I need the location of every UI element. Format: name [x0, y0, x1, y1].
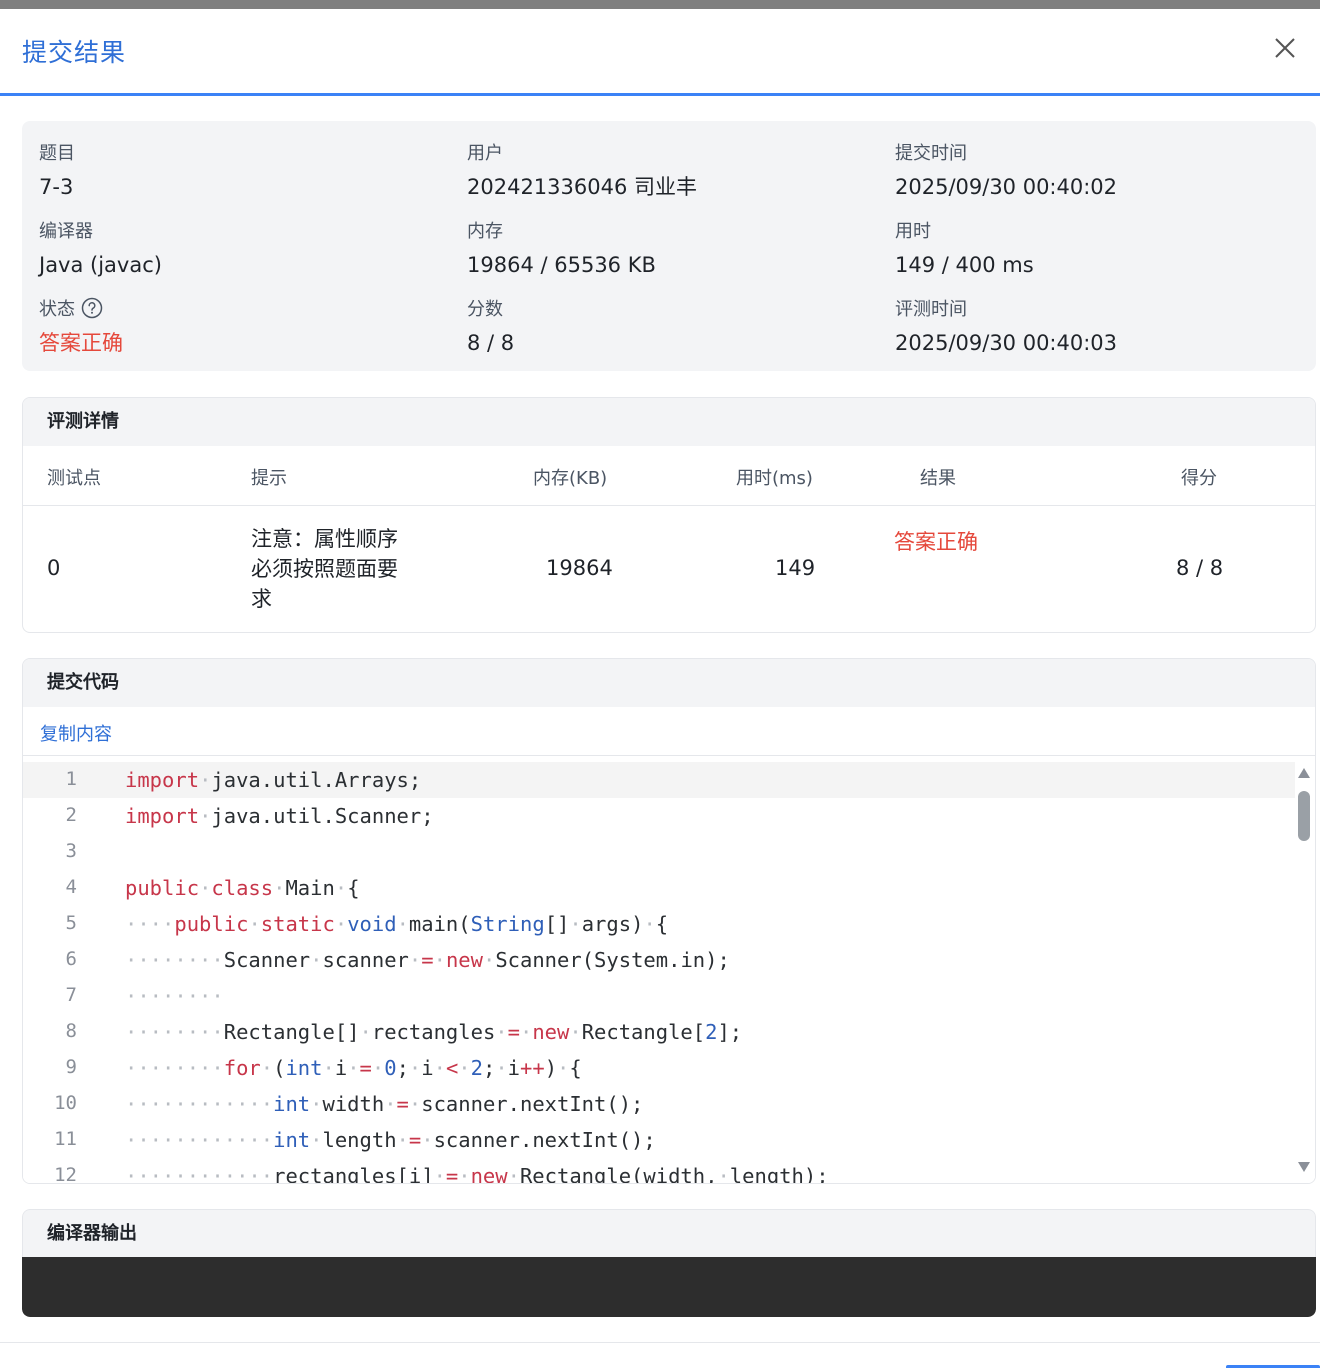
- col-score: 得分: [1181, 468, 1217, 489]
- judge-time-label: 评测时间: [895, 299, 967, 320]
- line-number: 6: [65, 948, 77, 970]
- code-line: 1 import·java.util.Arrays;: [23, 762, 1295, 798]
- code-text: import·java.util.Arrays;: [125, 768, 422, 792]
- info-submit-time: 提交时间 2025/09/30 00:40:02: [895, 139, 1117, 201]
- judge-details-title: 评测详情: [23, 398, 1315, 446]
- code-line: 11 ············int·length·=·scanner.next…: [23, 1122, 1295, 1158]
- line-number: 4: [65, 876, 77, 898]
- dialog-title: 提交结果: [22, 38, 127, 67]
- line-number: 3: [65, 840, 77, 862]
- hint-cell: 注意：属性顺序必须按照题面要求: [251, 527, 398, 611]
- judge-table-header: 测试点 提示 内存(KB) 用时(ms) 结果 得分: [23, 446, 1315, 506]
- time-cell: 149: [775, 556, 816, 580]
- scrollbar-thumb[interactable]: [1298, 791, 1310, 841]
- problem-value: 7-3: [39, 175, 74, 199]
- footer-divider: [0, 1342, 1320, 1343]
- code-text: public·class·Main·{: [125, 876, 360, 900]
- line-number: 1: [65, 768, 77, 790]
- info-time: 用时 149 / 400 ms: [895, 217, 1034, 279]
- compiler-output-title: 编译器输出: [22, 1209, 1316, 1257]
- info-score: 分数 8 / 8: [467, 295, 514, 357]
- problem-label: 题目: [39, 143, 75, 164]
- info-judge-time: 评测时间 2025/09/30 00:40:03: [895, 295, 1117, 357]
- submitted-code-panel: 提交代码 复制内容 1 import·java.util.Arrays; 2 i…: [22, 658, 1316, 1184]
- help-circle-icon[interactable]: [81, 297, 103, 319]
- col-result: 结果: [920, 468, 956, 489]
- close-button[interactable]: [1268, 31, 1302, 65]
- code-text: ········: [125, 984, 224, 1008]
- submission-info-card: 题目 7-3 用户 202421336046 司业丰 提交时间 2025/09/…: [22, 121, 1316, 371]
- submit-time-value: 2025/09/30 00:40:02: [895, 175, 1118, 199]
- col-case: 测试点: [47, 468, 101, 489]
- status-label: 状态: [39, 299, 75, 320]
- line-number: 7: [65, 984, 77, 1006]
- copy-row: 复制内容: [23, 707, 1315, 756]
- code-line: 9 ········for·(int·i·=·0;·i·<·2;·i++)·{: [23, 1050, 1295, 1086]
- code-text: ········for·(int·i·=·0;·i·<·2;·i++)·{: [125, 1056, 582, 1080]
- col-time: 用时(ms): [736, 468, 813, 489]
- info-memory: 内存 19864 / 65536 KB: [467, 217, 656, 279]
- judge-details-panel: 评测详情 测试点 提示 内存(KB) 用时(ms) 结果 得分 0 注意：属性顺…: [22, 397, 1316, 633]
- line-number: 12: [54, 1164, 77, 1184]
- table-row: 0 注意：属性顺序必须按照题面要求 19864 149 答案正确 8 / 8: [23, 506, 1315, 632]
- close-icon: [1275, 38, 1295, 58]
- compiler-label: 编译器: [39, 221, 93, 242]
- user-value: 202421336046 司业丰: [467, 175, 698, 199]
- time-value: 149 / 400 ms: [895, 253, 1034, 277]
- editor-scrollbar[interactable]: [1295, 756, 1313, 1183]
- memory-label: 内存: [467, 221, 503, 242]
- score-cell: 8 / 8: [1176, 556, 1224, 580]
- info-problem: 题目 7-3: [39, 139, 75, 201]
- code-text: ········Scanner·scanner·=·new·Scanner(Sy…: [125, 948, 730, 972]
- col-memory: 内存(KB): [533, 468, 608, 489]
- compiler-output-panel: 编译器输出: [22, 1209, 1316, 1317]
- code-text: ············int·length·=·scanner.nextInt…: [125, 1128, 656, 1152]
- memory-value: 19864 / 65536 KB: [467, 253, 656, 277]
- copy-content-button[interactable]: 复制内容: [40, 720, 112, 746]
- line-number: 9: [65, 1056, 77, 1078]
- col-hint: 提示: [251, 468, 287, 489]
- code-text: ········Rectangle[]·rectangles·=·new·Rec…: [125, 1020, 743, 1044]
- compiler-output-box: [22, 1257, 1316, 1317]
- result-cell: 答案正确: [894, 530, 978, 554]
- window-top-strip: [0, 0, 1320, 9]
- code-line: 5 ····public·static·void·main(String[]·a…: [23, 906, 1295, 942]
- time-label: 用时: [895, 221, 931, 242]
- score-label: 分数: [467, 299, 503, 320]
- memory-cell: 19864: [546, 556, 613, 580]
- user-label: 用户: [467, 143, 503, 164]
- info-compiler: 编译器 Java (javac): [39, 217, 162, 279]
- compiler-value: Java (javac): [39, 253, 162, 277]
- code-text: ············int·width·=·scanner.nextInt(…: [125, 1092, 644, 1116]
- code-editor[interactable]: 1 import·java.util.Arrays; 2 import·java…: [23, 756, 1315, 1184]
- code-text: import·java.util.Scanner;: [125, 804, 434, 828]
- code-line: 8 ········Rectangle[]·rectangles·=·new·R…: [23, 1014, 1295, 1050]
- code-line: 4 public·class·Main·{: [23, 870, 1295, 906]
- code-line: 7 ········: [23, 978, 1295, 1014]
- code-line: 6 ········Scanner·scanner·=·new·Scanner(…: [23, 942, 1295, 978]
- line-number: 5: [65, 912, 77, 934]
- code-line: 2 import·java.util.Scanner;: [23, 798, 1295, 834]
- code-text: ············rectangles[i]·=·new·Rectangl…: [125, 1164, 829, 1184]
- judge-time-value: 2025/09/30 00:40:03: [895, 331, 1118, 355]
- line-number: 8: [65, 1020, 77, 1042]
- dialog-header: 提交结果: [0, 9, 1320, 96]
- code-line: 3: [23, 834, 1295, 870]
- status-label-row: 状态: [39, 295, 123, 321]
- code-line: 12 ············rectangles[i]·=·new·Recta…: [23, 1158, 1295, 1184]
- submitted-code-title: 提交代码: [23, 659, 1315, 707]
- submit-time-label: 提交时间: [895, 143, 967, 164]
- score-value: 8 / 8: [467, 331, 515, 355]
- triangle-down-icon[interactable]: [1297, 1160, 1311, 1174]
- info-user: 用户 202421336046 司业丰: [467, 139, 697, 201]
- case-cell: 0: [47, 556, 61, 580]
- triangle-up-icon[interactable]: [1297, 766, 1311, 780]
- code-text: ····public·static·void·main(String[]·arg…: [125, 912, 669, 936]
- line-number: 11: [54, 1128, 77, 1150]
- code-line: 10 ············int·width·=·scanner.nextI…: [23, 1086, 1295, 1122]
- line-number: 2: [65, 804, 77, 826]
- info-status: 状态 答案正确: [39, 295, 123, 357]
- line-number: 10: [54, 1092, 77, 1114]
- status-value: 答案正确: [39, 331, 123, 355]
